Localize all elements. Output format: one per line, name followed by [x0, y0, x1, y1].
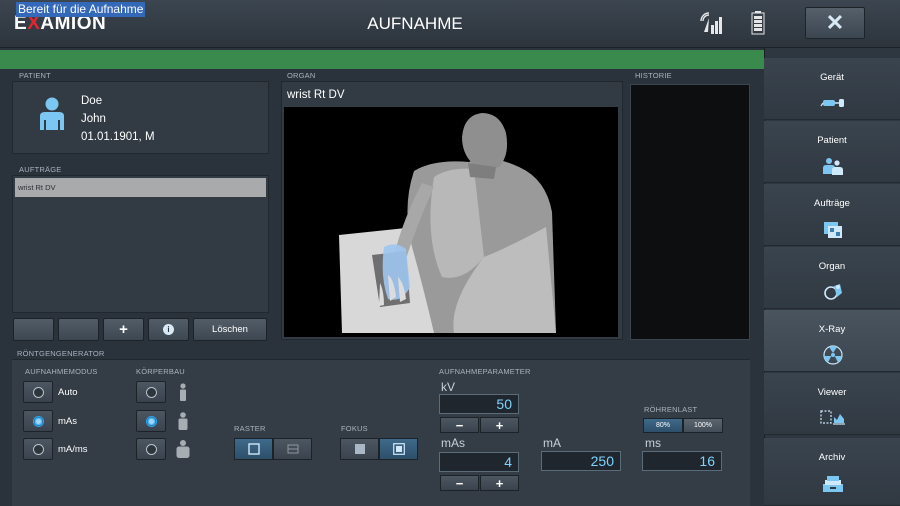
device-icon [820, 99, 844, 107]
nav-patient[interactable]: Patient [764, 121, 900, 183]
nav-device-label: Gerät [820, 72, 844, 83]
order-info-button[interactable]: i [148, 318, 189, 341]
nav-viewer-label: Viewer [817, 387, 847, 398]
mode-mas-radio[interactable] [23, 410, 53, 432]
radiation-icon [823, 345, 843, 365]
organ-section-label: ORGAN [287, 71, 316, 80]
battery-icon [751, 11, 765, 35]
order-blank-button-2[interactable] [58, 318, 99, 341]
radio-icon [32, 386, 44, 398]
build-normal-radio[interactable] [136, 410, 166, 432]
organ-icon [824, 284, 842, 300]
body-build-section-label: KÖRPERBAU [136, 367, 185, 376]
grid-on-toggle[interactable] [234, 438, 273, 460]
close-button[interactable]: ✕ [805, 7, 865, 39]
slim-person-icon [180, 383, 186, 401]
ms-label: ms [645, 436, 661, 450]
radio-selected-icon [145, 415, 157, 427]
signal-strength-icon [700, 12, 722, 34]
patient-avatar-icon [40, 97, 64, 130]
build-slim-radio[interactable] [136, 381, 166, 403]
params-section-label: AUFNAHMEPARAMETER [439, 367, 531, 376]
mas-decrease-button[interactable]: − [440, 475, 479, 491]
patient-last-name: Doe [81, 95, 103, 107]
focus-large-toggle[interactable] [340, 438, 379, 460]
build-large-radio[interactable] [136, 438, 166, 460]
small-focus-icon [392, 443, 405, 455]
grid-off-toggle[interactable] [273, 438, 312, 460]
patients-icon [823, 158, 843, 175]
mas-value[interactable]: 4 [439, 452, 519, 472]
tube-load-80-button[interactable]: 80% [643, 418, 683, 433]
large-person-icon [176, 440, 190, 458]
ma-label: mA [543, 436, 561, 450]
delete-order-button[interactable]: Löschen [193, 318, 267, 341]
kv-increase-button[interactable]: + [480, 417, 519, 433]
status-bar [0, 50, 764, 69]
nav-organ[interactable]: Organ [764, 247, 900, 309]
page-title: AUFNAHME [367, 14, 463, 33]
orders-section-label: AUFTRÄGE [19, 165, 62, 174]
order-list-item[interactable]: wrist Rt DV [15, 178, 266, 197]
patient-section-label: PATIENT [19, 71, 51, 80]
mode-section-label: AUFNAHMEMODUS [25, 367, 98, 376]
mode-auto-radio[interactable] [23, 381, 53, 403]
positioning-image [284, 107, 618, 337]
radio-icon [145, 443, 157, 455]
large-focus-icon [354, 444, 365, 454]
orders-icon [824, 222, 842, 238]
nav-device[interactable]: Gerät [764, 58, 900, 120]
order-blank-button-1[interactable] [13, 318, 54, 341]
kv-label: kV [441, 380, 456, 394]
radio-selected-icon [32, 415, 44, 427]
nav-xray[interactable]: X-Ray [764, 310, 900, 372]
close-icon: ✕ [825, 10, 845, 35]
add-order-button[interactable]: + [103, 318, 144, 341]
history-section-label: HISTORIE [635, 71, 672, 80]
generator-panel [12, 359, 750, 506]
nav-archive-label: Archiv [818, 452, 846, 463]
patient-first-name: John [81, 113, 106, 125]
radio-icon [32, 443, 44, 455]
nav-organ-label: Organ [818, 261, 846, 272]
focus-section-label: FOKUS [341, 424, 368, 433]
tube-load-section-label: RÖHRENLAST [644, 405, 698, 414]
mas-label: mAs [441, 436, 465, 450]
tube-load-100-button[interactable]: 100% [683, 418, 723, 433]
mode-ma-ms-label: mA/ms [58, 444, 88, 455]
nav-orders[interactable]: Aufträge [764, 184, 900, 246]
patient-birthdate-sex: 01.01.1901, M [81, 131, 155, 143]
generator-section-label: RÖNTGENGENERATOR [17, 349, 105, 358]
nav-orders-label: Aufträge [814, 198, 850, 209]
grid-on-icon [247, 443, 260, 455]
history-panel[interactable] [630, 84, 750, 340]
normal-person-icon [178, 412, 188, 430]
viewer-icon [820, 410, 845, 425]
grid-off-icon [287, 444, 298, 454]
ma-value[interactable]: 250 [541, 451, 621, 471]
organ-title: wrist Rt DV [287, 89, 345, 101]
kv-decrease-button[interactable]: − [440, 417, 479, 433]
status-text: Bereit für die Aufnahme [16, 2, 146, 17]
focus-small-toggle[interactable] [379, 438, 418, 460]
nav-viewer[interactable]: Viewer [764, 373, 900, 435]
radio-icon [145, 386, 157, 398]
nav-patient-label: Patient [817, 135, 847, 146]
mode-mas-label: mAs [58, 416, 77, 427]
info-icon: i [163, 324, 174, 335]
ms-value[interactable]: 16 [642, 451, 722, 471]
mas-increase-button[interactable]: + [480, 475, 519, 491]
kv-value[interactable]: 50 [439, 394, 519, 414]
grid-section-label: RASTER [234, 424, 266, 433]
mode-auto-label: Auto [58, 387, 78, 398]
archive-icon [823, 476, 843, 492]
mode-ma-ms-radio[interactable] [23, 438, 53, 460]
nav-archive[interactable]: Archiv [764, 438, 900, 506]
nav-xray-label: X-Ray [818, 324, 846, 335]
